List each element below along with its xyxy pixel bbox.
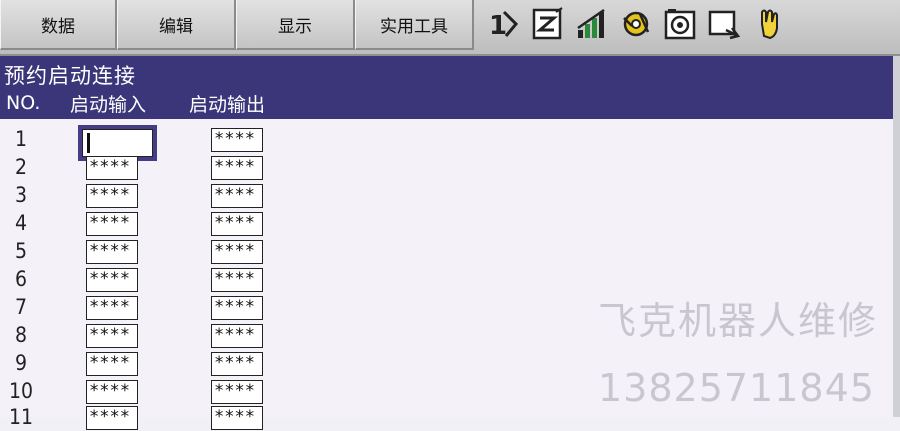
screen-arrow-icon[interactable] (706, 6, 742, 42)
edit-page-icon[interactable] (530, 6, 566, 42)
row-number: 7 (14, 295, 28, 319)
row-number: 5 (14, 239, 28, 263)
column-header-no: NO. (6, 92, 41, 114)
row-number: 8 (14, 323, 28, 347)
table-row: 2 **** **** (0, 153, 893, 181)
table-row: 5 **** **** (0, 237, 893, 265)
table-row: 6 **** **** (0, 265, 893, 293)
row-number: 11 (8, 405, 34, 429)
start-input-field[interactable]: **** (86, 380, 138, 404)
signal-bars-icon[interactable] (574, 6, 610, 42)
column-header-input: 启动输入 (70, 94, 147, 116)
start-output-field[interactable]: **** (211, 406, 263, 430)
start-output-field[interactable]: **** (211, 296, 263, 320)
page-title: 预约启动连接 (4, 64, 136, 88)
svg-text:1: 1 (489, 11, 507, 41)
hand-pointer-icon[interactable] (750, 6, 786, 42)
start-output-field[interactable]: **** (211, 240, 263, 264)
start-output-field[interactable]: **** (211, 380, 263, 404)
gear-tool-icon[interactable] (618, 6, 654, 42)
row-number: 3 (14, 183, 28, 207)
menu-display-button[interactable]: 显示 (236, 0, 355, 50)
start-input-field[interactable]: **** (86, 184, 138, 208)
row-number: 2 (14, 155, 28, 179)
row-number: 4 (14, 211, 28, 235)
start-output-field[interactable]: **** (211, 352, 263, 376)
table-row: 4 **** **** (0, 209, 893, 237)
text-caret (87, 133, 90, 153)
page-header: 预约启动连接 NO. 启动输入 启动输出 (0, 56, 893, 119)
menu-edit-button[interactable]: 编辑 (117, 0, 236, 50)
toolbar: 1 (478, 6, 898, 46)
start-output-field[interactable]: **** (211, 268, 263, 292)
table-row: 1 **** (0, 125, 893, 161)
watermark-text: 飞克机器人维修 (598, 299, 879, 343)
start-input-field[interactable]: **** (86, 268, 138, 292)
start-input-field[interactable]: **** (86, 156, 138, 180)
table-row: 3 **** **** (0, 181, 893, 209)
start-output-field[interactable]: **** (211, 156, 263, 180)
start-input-field[interactable]: **** (86, 324, 138, 348)
start-input-field[interactable]: **** (86, 406, 138, 430)
row-number: 1 (14, 127, 28, 151)
start-input-field[interactable]: **** (86, 240, 138, 264)
row-number: 6 (14, 267, 28, 291)
line-step-icon[interactable]: 1 (486, 6, 522, 42)
camera-frame-icon[interactable] (662, 6, 698, 42)
start-input-field[interactable]: **** (86, 296, 138, 320)
menu-bar: 数据 编辑 显示 实用工具 1 (0, 0, 900, 56)
watermark-phone: 13825711845 (598, 366, 875, 410)
menu-utility-button[interactable]: 实用工具 (355, 0, 474, 50)
row-number: 10 (8, 379, 34, 403)
column-header-output: 启动输出 (189, 94, 266, 116)
start-output-field[interactable]: **** (211, 212, 263, 236)
menu-data-button[interactable]: 数据 (0, 0, 117, 50)
start-input-field[interactable]: **** (86, 212, 138, 236)
start-output-field[interactable]: **** (211, 324, 263, 348)
start-output-field[interactable]: **** (211, 184, 263, 208)
row-number: 9 (14, 351, 28, 375)
start-input-field[interactable]: **** (86, 352, 138, 376)
start-output-field[interactable]: **** (211, 128, 263, 152)
scrollbar-track[interactable] (893, 56, 900, 417)
